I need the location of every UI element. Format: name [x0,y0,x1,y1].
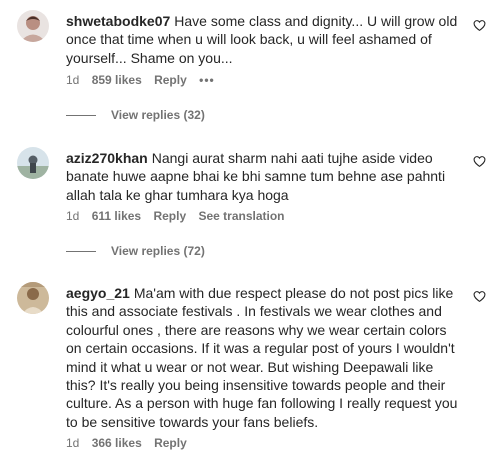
comment-body: shwetabodke07 Have some class and dignity… [66,12,462,67]
comment-username[interactable]: aegyo_21 [66,285,130,301]
avatar[interactable] [17,282,49,314]
view-replies-label: View replies (72) [111,244,205,258]
comment-text: Ma'am with due respect please do not pos… [66,285,458,430]
view-replies-button[interactable]: View replies (72) [66,244,205,258]
reply-button[interactable]: Reply [153,209,186,223]
reply-button[interactable]: Reply [154,436,187,450]
heart-outline-icon[interactable] [473,155,486,168]
comment-meta: 1d 611 likes Reply See translation [66,209,294,223]
comment-likes[interactable]: 611 likes [92,209,141,223]
comment-time[interactable]: 1d [66,73,79,87]
comment-time[interactable]: 1d [66,209,79,223]
comment-username[interactable]: aziz270khan [66,150,148,166]
see-translation-link[interactable]: See translation [198,209,284,223]
avatar[interactable] [17,10,49,42]
view-replies-button[interactable]: View replies (32) [66,108,205,122]
avatar[interactable] [17,147,49,179]
reply-button[interactable]: Reply [154,73,187,87]
comment-body: aziz270khan Nangi aurat sharm nahi aati t… [66,149,462,204]
divider-line [66,251,96,253]
comment-meta: 1d 366 likes Reply [66,436,196,450]
comment-username[interactable]: shwetabodke07 [66,13,170,29]
view-replies-label: View replies (32) [111,108,205,122]
comment-meta: 1d 859 likes Reply ••• [66,73,224,87]
heart-outline-icon[interactable] [473,290,486,303]
heart-outline-icon[interactable] [473,19,486,32]
more-options-icon[interactable]: ••• [199,73,215,87]
comment-likes[interactable]: 366 likes [92,436,142,450]
comment-time[interactable]: 1d [66,436,79,450]
divider-line [66,115,96,117]
comment-likes[interactable]: 859 likes [92,73,142,87]
comment-body: aegyo_21 Ma'am with due respect please do… [66,284,462,431]
